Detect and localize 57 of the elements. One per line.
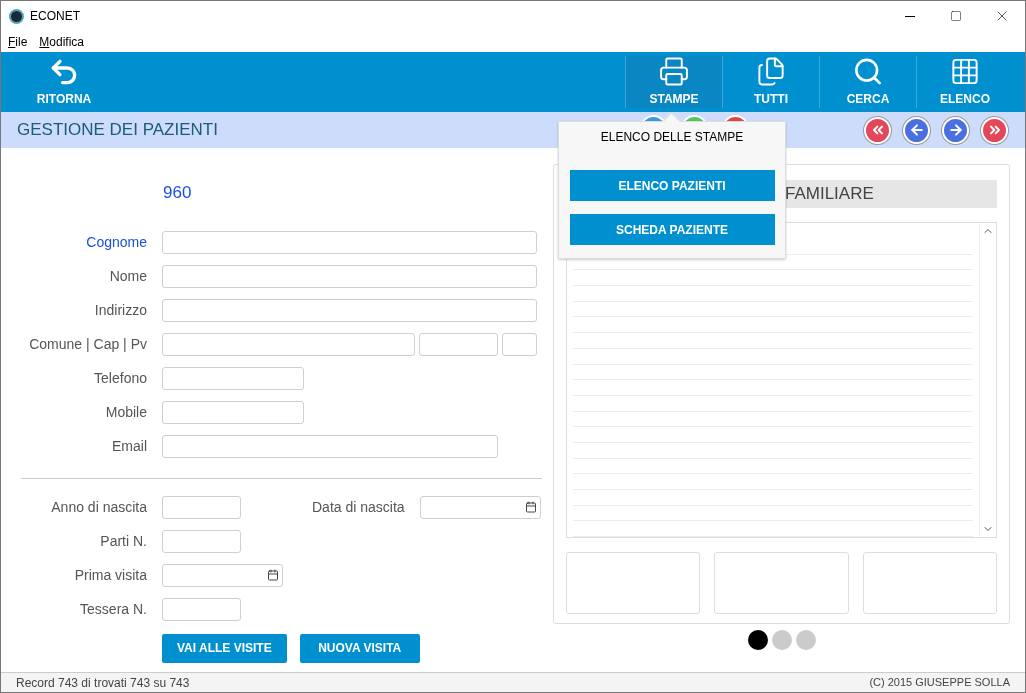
menu-item[interactable]: File bbox=[8, 32, 28, 51]
back-button[interactable]: RITORNA bbox=[31, 52, 97, 112]
next-record-button[interactable] bbox=[942, 116, 969, 144]
field-label: Parti N. bbox=[99, 531, 147, 551]
previous-record-button[interactable] bbox=[903, 116, 930, 144]
panel-title: FAMILIARE bbox=[785, 183, 874, 206]
calendar-icon[interactable] bbox=[267, 569, 279, 581]
field-label: Cognome bbox=[85, 232, 147, 252]
field-label: Tessera N. bbox=[79, 599, 147, 619]
field-label: Nome bbox=[108, 266, 147, 286]
window-title: ECONET bbox=[30, 8, 80, 25]
toolbar-button[interactable]: ELENCO bbox=[916, 56, 1013, 108]
section-title: GESTIONE DEI PAZIENTI bbox=[17, 119, 218, 142]
field-label: Comune | Cap | Pv bbox=[28, 334, 147, 354]
printer-icon bbox=[658, 56, 690, 87]
date-field[interactable] bbox=[162, 563, 283, 587]
toolbar-button[interactable]: TUTTI bbox=[722, 56, 819, 108]
input-field[interactable] bbox=[162, 298, 537, 322]
field-label: Indirizzo bbox=[93, 300, 147, 320]
search-icon bbox=[852, 56, 884, 87]
toolbar-button[interactable]: STAMPE bbox=[625, 56, 722, 108]
toolbar-button[interactable]: CERCA bbox=[819, 56, 916, 108]
input-field[interactable] bbox=[162, 597, 241, 621]
documents-icon bbox=[755, 56, 787, 87]
input-field[interactable] bbox=[162, 495, 241, 519]
calendar-icon[interactable] bbox=[524, 501, 537, 513]
copyright-text: (C) 2015 GIUSEPPE SOLLA bbox=[869, 675, 1010, 691]
date-field[interactable] bbox=[419, 495, 541, 519]
status-text: Record 743 di trovati 743 su 743 bbox=[16, 674, 190, 692]
first-record-button[interactable] bbox=[864, 116, 891, 144]
action-button[interactable]: NUOVA VISITA bbox=[299, 633, 420, 663]
input-field[interactable] bbox=[162, 366, 304, 390]
input-field[interactable] bbox=[502, 332, 537, 356]
input-field[interactable] bbox=[162, 230, 537, 254]
field-label: Telefono bbox=[93, 368, 147, 388]
field-label: Email bbox=[111, 436, 147, 456]
field-label: Prima visita bbox=[73, 565, 147, 585]
input-field[interactable] bbox=[162, 529, 241, 553]
maximize-icon bbox=[950, 10, 962, 22]
input-field[interactable] bbox=[419, 332, 498, 356]
input-field[interactable] bbox=[162, 264, 537, 288]
field-label: Anno di nascita bbox=[50, 497, 147, 517]
print-option-button[interactable]: SCHEDA PAZIENTE bbox=[569, 214, 775, 245]
popup-title: ELENCO DELLE STAMPE bbox=[600, 129, 744, 146]
record-number: 960 bbox=[163, 182, 193, 204]
input-field[interactable] bbox=[162, 434, 498, 458]
last-record-button[interactable] bbox=[981, 116, 1008, 144]
menu-item[interactable]: Modifica bbox=[39, 32, 85, 51]
grid-icon bbox=[949, 56, 981, 87]
field-label: Data di nascita bbox=[312, 497, 405, 517]
print-option-button[interactable]: ELENCO PAZIENTI bbox=[569, 170, 775, 201]
action-button[interactable]: VAI ALLE VISITE bbox=[162, 633, 287, 663]
input-field[interactable] bbox=[162, 332, 415, 356]
app-logo-icon bbox=[9, 8, 24, 24]
input-field[interactable] bbox=[162, 400, 304, 424]
field-label: Mobile bbox=[104, 402, 147, 422]
minimize-icon bbox=[905, 15, 915, 17]
